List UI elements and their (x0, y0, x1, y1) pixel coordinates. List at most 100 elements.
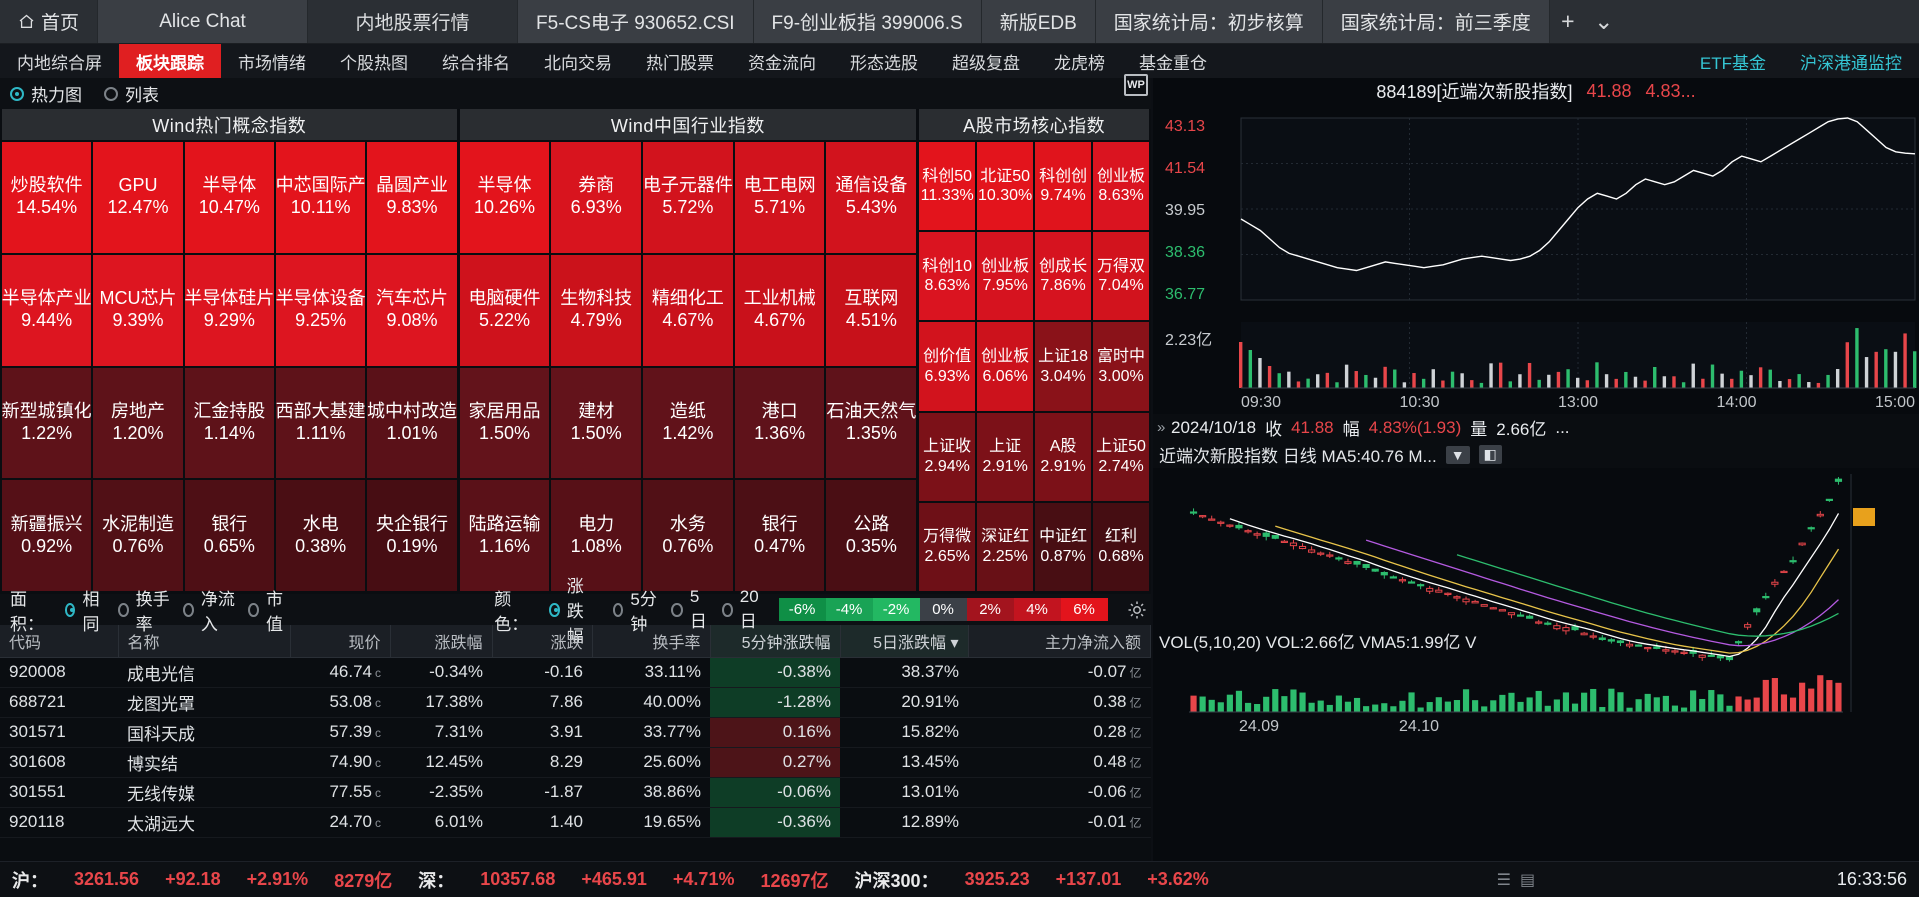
heatmap-tile[interactable]: 红利0.68% (1093, 503, 1149, 591)
table-col-2[interactable]: 现价 (290, 625, 390, 657)
heatmap-tile[interactable]: 新型城镇化1.22% (2, 368, 91, 479)
area-option-1[interactable]: 换手率 (118, 585, 170, 635)
kline-dropdown-icon[interactable]: ▼ (1446, 446, 1470, 464)
heatmap-tile[interactable]: 半导体产业9.44% (2, 255, 91, 366)
heatmap-tile[interactable]: 中芯国际产10.11% (276, 142, 365, 253)
heatmap-tile[interactable]: 富时中3.00% (1093, 322, 1149, 410)
table-col-8[interactable]: 主力净流入额 (968, 625, 1151, 657)
heatmap-tile[interactable]: 科创108.63% (919, 232, 975, 320)
heatmap-tile[interactable]: 上证183.04% (1035, 322, 1091, 410)
table-row[interactable]: 301551无线传媒77.55c-2.35%-1.8738.86%-0.06%1… (0, 777, 1151, 807)
heatmap-tile[interactable]: 造纸1.42% (643, 368, 733, 479)
heatmap-tile[interactable]: 深证红2.25% (977, 503, 1033, 591)
nav-item-super-review[interactable]: 超级复盘 (935, 44, 1037, 78)
legend-step-6[interactable]: 6% (1061, 598, 1108, 621)
kline-chart[interactable]: 49.13 41.94 34.74 3亿 49.13 27.55 VOL(5,1… (1153, 468, 1919, 738)
nav-item-sector-tracking[interactable]: 板块跟踪 (119, 44, 221, 78)
heatmap-tile[interactable]: 生物科技4.79% (551, 255, 641, 366)
tab-nbs-q3[interactable]: 国家统计局：前三季度 (1323, 0, 1550, 43)
heatmap-tile[interactable]: MCU芯片9.39% (93, 255, 182, 366)
table-row[interactable]: 920118太湖远大24.70c6.01%1.4019.65%-0.36%12.… (0, 807, 1151, 837)
nav-item-hot-stocks[interactable]: 热门股票 (629, 44, 731, 78)
heatmap-tile[interactable]: 半导体硅片9.29% (185, 255, 274, 366)
heatmap-tile[interactable]: 创成长7.86% (1035, 232, 1091, 320)
heatmap-tile[interactable]: 港口1.36% (735, 368, 825, 479)
heatmap-tile[interactable]: 建材1.50% (551, 368, 641, 479)
tab-home[interactable]: 首页 (0, 0, 98, 43)
tab-list-button[interactable]: ⌄ (1586, 0, 1622, 43)
heatmap-tile[interactable]: 城中村改造1.01% (367, 368, 456, 479)
heatmap-tile[interactable]: 上证收2.94% (919, 413, 975, 501)
heatmap-tile[interactable]: 水泥制造0.76% (93, 480, 182, 591)
heatmap-tile[interactable]: 央企银行0.19% (367, 480, 456, 591)
nav-item-connect-monitor[interactable]: 沪深港通监控 (1783, 44, 1919, 78)
nav-item-market-sentiment[interactable]: 市场情绪 (221, 44, 323, 78)
heatmap-tile[interactable]: 北证5010.30% (977, 142, 1033, 230)
heatmap-tile[interactable]: 科创创9.74% (1035, 142, 1091, 230)
heatmap-tile[interactable]: 新疆振兴0.92% (2, 480, 91, 591)
heatmap-tile[interactable]: 银行0.65% (185, 480, 274, 591)
legend-step-2[interactable]: -2% (873, 598, 920, 621)
heatmap-tile[interactable]: 石油天然气1.35% (826, 368, 916, 479)
heatmap-tile[interactable]: 半导体设备9.25% (276, 255, 365, 366)
heatmap-tile[interactable]: 电工电网5.71% (735, 142, 825, 253)
heatmap-tile[interactable]: 公路0.35% (826, 480, 916, 591)
heatmap-tile[interactable]: 科创5011.33% (919, 142, 975, 230)
table-row[interactable]: 920008成电光信46.74c-0.34%-0.1633.11%-0.38%3… (0, 657, 1151, 687)
list-view-icon[interactable]: ☰ (1497, 870, 1511, 890)
heatmap-tile[interactable]: 创业板7.95% (977, 232, 1033, 320)
nav-item-ranking[interactable]: 综合排名 (425, 44, 527, 78)
legend-step-4[interactable]: 2% (967, 598, 1014, 621)
heatmap-tile[interactable]: 精细化工4.67% (643, 255, 733, 366)
heatmap-tile[interactable]: 创业板6.06% (977, 322, 1033, 410)
tab-mainland-quotes[interactable]: 内地股票行情 (308, 0, 518, 43)
heatmap-tile[interactable]: 通信设备5.43% (826, 142, 916, 253)
heatmap-tile[interactable]: 家居用品1.50% (460, 368, 550, 479)
gear-icon[interactable] (1124, 600, 1151, 620)
heatmap-tile[interactable]: A股2.91% (1035, 413, 1091, 501)
table-col-3[interactable]: 涨跌幅 (390, 625, 492, 657)
nav-item-fund-flow[interactable]: 资金流向 (731, 44, 833, 78)
view-option-list[interactable]: 列表 (104, 81, 159, 106)
table-row[interactable]: 688721龙图光罩53.08c17.38%7.8640.00%-1.28%20… (0, 687, 1151, 717)
expand-chevron-icon[interactable]: » (1157, 419, 1165, 436)
legend-step-5[interactable]: 4% (1014, 598, 1061, 621)
intraday-chart[interactable]: 43.13 41.54 39.95 38.36 36.77 2.23亿 09:3… (1153, 104, 1919, 414)
nav-item-comprehensive[interactable]: 内地综合屏 (0, 44, 119, 78)
view-option-heatmap[interactable]: 热力图 (10, 81, 82, 106)
heatmap-tile[interactable]: GPU12.47% (93, 142, 182, 253)
nav-item-stock-heatmap[interactable]: 个股热图 (323, 44, 425, 78)
heatmap-tile[interactable]: 互联网4.51% (826, 255, 916, 366)
add-tab-button[interactable]: + (1550, 0, 1586, 43)
tab-f5-cs-electronics[interactable]: F5-CS电子 930652.CSI (518, 0, 754, 43)
heatmap-tile[interactable]: 上证2.91% (977, 413, 1033, 501)
color-option-1[interactable]: 5分钟 (613, 585, 658, 635)
nav-item-dragon-tiger[interactable]: 龙虎榜 (1037, 44, 1122, 78)
grid-view-icon[interactable]: ▤ (1520, 870, 1535, 890)
kline-bookmark-icon[interactable]: ◧ (1479, 445, 1502, 464)
nav-item-northbound[interactable]: 北向交易 (527, 44, 629, 78)
heatmap-tile[interactable]: 上证502.74% (1093, 413, 1149, 501)
area-option-0[interactable]: 相同 (65, 585, 105, 635)
heatmap-tile[interactable]: 炒股软件14.54% (2, 142, 91, 253)
color-option-3[interactable]: 20日 (722, 587, 762, 632)
heatmap-tile[interactable]: 汽车芯片9.08% (367, 255, 456, 366)
area-option-3[interactable]: 市值 (248, 585, 288, 635)
heatmap-tile[interactable]: 券商6.93% (551, 142, 641, 253)
heatmap-tile[interactable]: 工业机械4.67% (735, 255, 825, 366)
heatmap-tile[interactable]: 汇金持股1.14% (185, 368, 274, 479)
heatmap-tile[interactable]: 创业板8.63% (1093, 142, 1149, 230)
tab-f9-chinext-index[interactable]: F9-创业板指 399006.S (754, 0, 982, 43)
heatmap-tile[interactable]: 水电0.38% (276, 480, 365, 591)
color-option-2[interactable]: 5日 (671, 587, 709, 632)
tab-nbs-preliminary[interactable]: 国家统计局：初步核算 (1096, 0, 1323, 43)
nav-item-fund-holdings[interactable]: 基金重仓 (1122, 44, 1224, 78)
heatmap-tile[interactable]: 创价值6.93% (919, 322, 975, 410)
legend-step-3[interactable]: 0% (920, 598, 967, 621)
area-option-2[interactable]: 净流入 (183, 585, 235, 635)
tab-new-edb[interactable]: 新版EDB (982, 0, 1096, 43)
heatmap-tile[interactable]: 晶圆产业9.83% (367, 142, 456, 253)
heatmap-tile[interactable]: 中证红0.87% (1035, 503, 1091, 591)
table-row[interactable]: 301608博实结74.90c12.45%8.2925.60%0.27%13.4… (0, 747, 1151, 777)
tab-alice-chat[interactable]: Alice Chat (98, 0, 308, 43)
